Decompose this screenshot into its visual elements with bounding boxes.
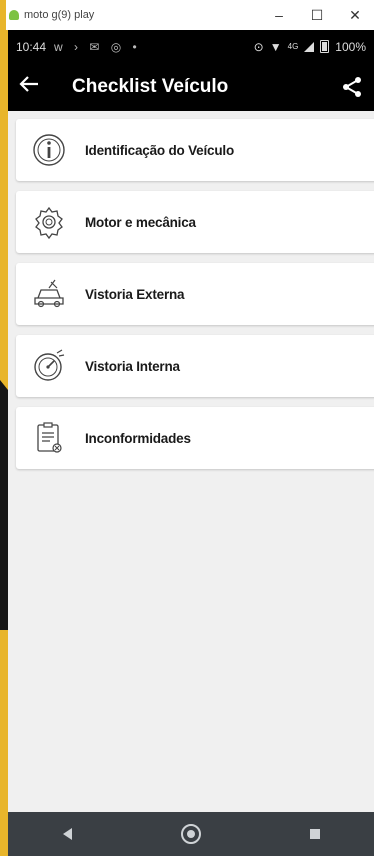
nav-back-icon[interactable] <box>62 828 72 840</box>
menu-item-label: Identificação do Veículo <box>85 142 234 158</box>
status-right: ⊙ ▼ 4G 100% <box>254 40 366 54</box>
phone-screen: 10:44 ᴡ › ✉ ◎ • ⊙ ▼ 4G 100% Checklist Ve… <box>8 30 374 856</box>
arrow-left-icon[interactable] <box>18 73 54 102</box>
menu-item-motor[interactable]: Motor e mecânica <box>16 191 374 253</box>
clipboard-icon <box>31 420 67 456</box>
speedometer-icon <box>31 348 67 384</box>
menu-item-inconformidades[interactable]: Inconformidades <box>16 407 374 469</box>
status-bar: 10:44 ᴡ › ✉ ◎ • ⊙ ▼ 4G 100% <box>8 30 374 63</box>
page-title: Checklist Veículo <box>72 76 229 97</box>
car-exterior-icon <box>31 276 67 312</box>
menu-item-label: Motor e mecânica <box>85 214 196 230</box>
window-controls: – ☐ ✕ <box>260 0 374 30</box>
engine-gear-icon <box>31 204 67 240</box>
battery-icon <box>320 40 330 53</box>
menu-item-label: Vistoria Externa <box>85 286 185 302</box>
menu-item-vistoria-interna[interactable]: Vistoria Interna <box>16 335 374 397</box>
notification-icons: ᴡ › ✉ ◎ • <box>54 39 141 54</box>
close-button[interactable]: ✕ <box>336 0 374 30</box>
menu-item-label: Vistoria Interna <box>85 358 180 374</box>
window-title: moto g(9) play <box>24 9 95 21</box>
minimize-button[interactable]: – <box>260 0 298 30</box>
signal-icon <box>304 41 315 52</box>
info-icon <box>31 132 67 168</box>
checklist-menu: Identificação do Veículo Motor e mecânic… <box>8 111 374 469</box>
wifi-icon: ▼ <box>269 39 282 54</box>
menu-item-vistoria-externa[interactable]: Vistoria Externa <box>16 263 374 325</box>
emulator-title-bar: moto g(9) play – ☐ ✕ <box>6 0 374 30</box>
nav-home-icon[interactable] <box>180 824 201 844</box>
android-icon <box>9 10 19 20</box>
system-nav-bar <box>8 812 374 856</box>
share-icon[interactable] <box>340 75 364 99</box>
menu-item-identificacao[interactable]: Identificação do Veículo <box>16 119 374 181</box>
nav-recent-icon[interactable] <box>309 829 320 839</box>
network-type: 4G <box>287 42 299 51</box>
battery-level: 100% <box>335 39 366 54</box>
app-bar: Checklist Veículo <box>8 63 374 111</box>
maximize-button[interactable]: ☐ <box>298 0 336 30</box>
status-time: 10:44 <box>16 39 47 54</box>
location-icon: ⊙ <box>253 39 264 54</box>
menu-item-label: Inconformidades <box>85 430 191 446</box>
